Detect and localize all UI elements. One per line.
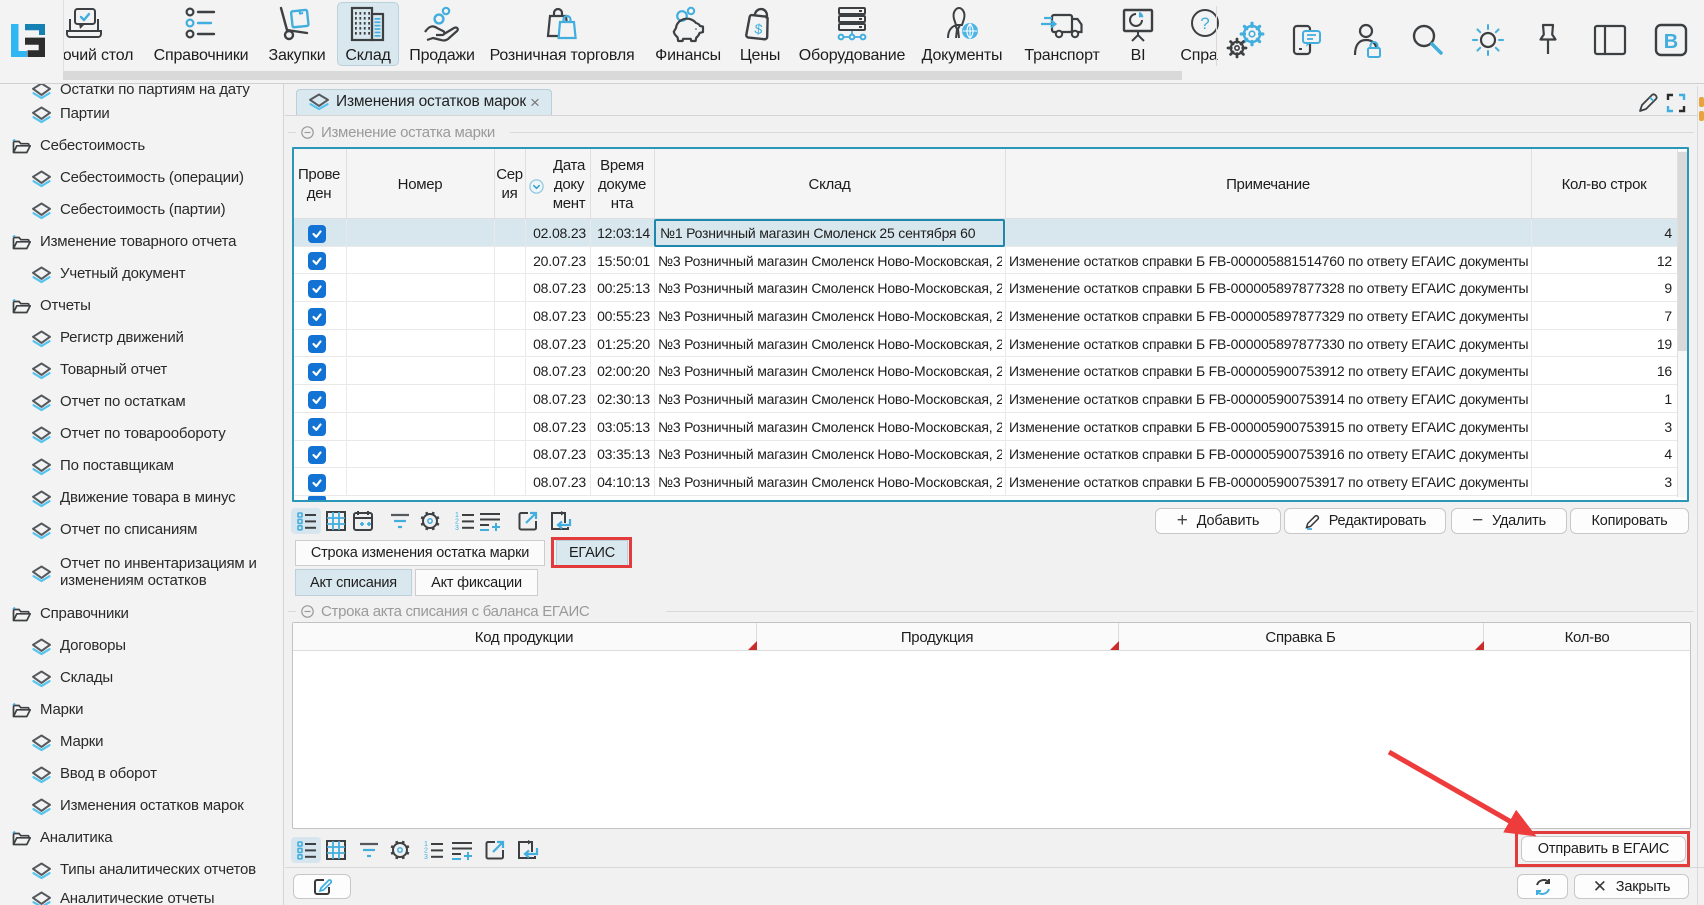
- svg-text:3: 3: [424, 854, 428, 861]
- svg-text:3: 3: [455, 525, 459, 532]
- svg-text:$: $: [754, 21, 764, 38]
- svg-text:?: ?: [1200, 14, 1209, 33]
- svg-text:B: B: [1664, 31, 1678, 53]
